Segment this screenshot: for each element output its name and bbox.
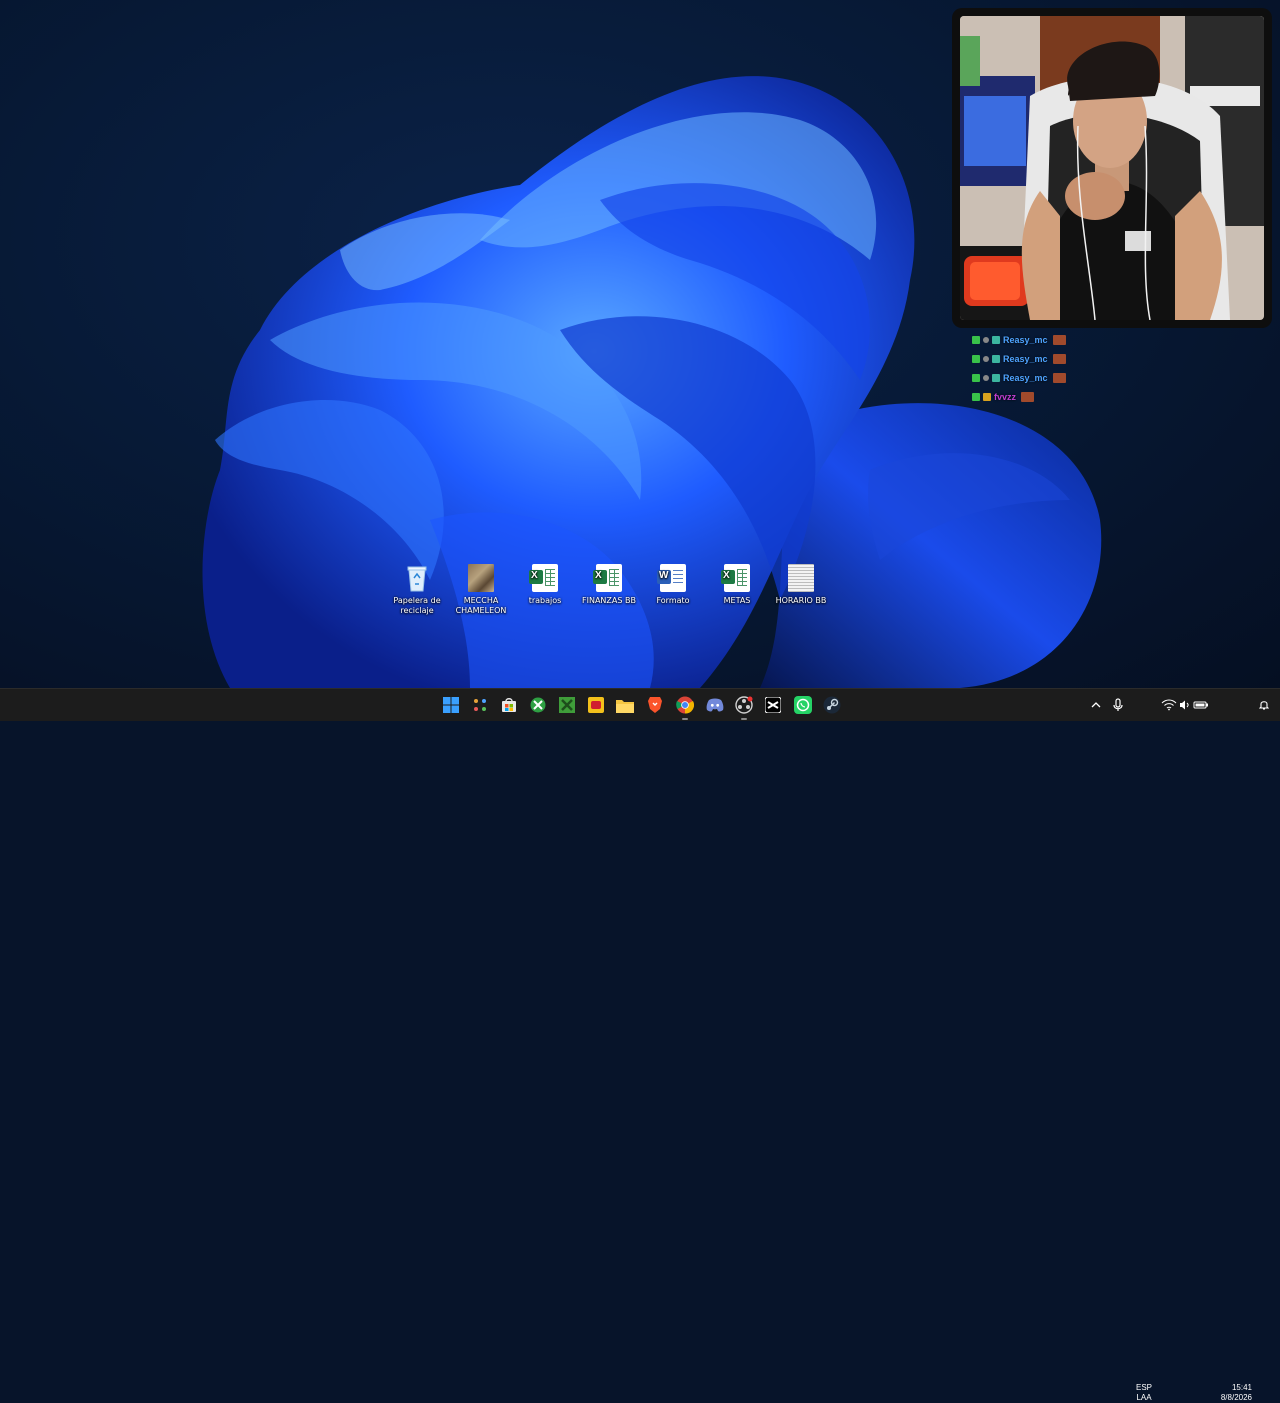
battery-icon — [1193, 701, 1208, 709]
desktop-icon-formato[interactable]: W Formato — [642, 564, 704, 606]
start-icon — [443, 697, 459, 713]
chat-message: Reasy_mc — [972, 349, 1082, 368]
desktop-icon-label: MECCHA CHAMELEON — [455, 596, 507, 615]
file-explorer-icon — [616, 699, 634, 713]
volume-icon — [1180, 700, 1189, 710]
desktop-icon-label: Papelera de reciclaje — [393, 596, 441, 615]
widgets-button[interactable] — [469, 694, 491, 716]
chat-username: fvvzz — [994, 391, 1017, 402]
show-hidden-icons-button[interactable] — [1088, 694, 1104, 716]
subscriber-badge-icon — [992, 335, 1000, 344]
excel-file-icon: X — [593, 564, 622, 592]
verified-badge-icon — [983, 336, 989, 343]
notifications-button[interactable] — [1256, 694, 1272, 716]
subscriber-badge-icon — [992, 354, 1000, 363]
desktop-icon-label: HORARIO BB — [775, 596, 827, 605]
kick-badge-icon — [972, 354, 980, 363]
emote-icon — [1052, 334, 1066, 345]
capcut-button[interactable] — [762, 694, 784, 716]
xbox-icon — [530, 697, 546, 713]
desktop-icon-horario-bb[interactable]: HORARIO BB — [770, 564, 832, 606]
kick-badge-icon — [972, 392, 980, 401]
desktop-icon-label: Formato — [656, 596, 690, 605]
capcut-icon — [765, 697, 781, 713]
clock-time: 15:41 — [1231, 1383, 1252, 1392]
clock-button[interactable]: 15:41 8/8/2026 — [1208, 1383, 1252, 1403]
obs-button[interactable] — [733, 694, 755, 720]
verified-badge-icon — [983, 374, 989, 381]
microphone-icon — [1113, 698, 1123, 711]
taskbar: ESP LAA 15:41 8/8/2026 — [0, 688, 1280, 1402]
desktop-icon-label: FINANZAS BB — [582, 596, 636, 605]
stream-chat: Reasy_mc Reasy_mc Reasy_mc fvvzz — [972, 330, 1082, 406]
emote-icon — [1021, 391, 1035, 402]
desktop-icon-finanzas-bb[interactable]: X FINANZAS BB — [578, 564, 640, 606]
game-app-button[interactable] — [585, 694, 607, 716]
game-app-icon — [588, 697, 604, 713]
obs-icon — [735, 696, 753, 714]
store-button[interactable] — [498, 694, 520, 716]
subscriber-badge-icon — [992, 373, 1000, 382]
brave-icon — [648, 697, 662, 713]
clock-date: 8/8/2026 — [1220, 1393, 1252, 1402]
widgets-icon — [474, 699, 486, 711]
discord-icon — [706, 698, 724, 712]
minecraft-button[interactable] — [556, 694, 578, 716]
chevron-up-icon — [1091, 702, 1101, 708]
keyboard-layout: LAA — [1136, 1393, 1152, 1402]
desktop-icon-recycle-bin[interactable]: Papelera de reciclaje — [386, 564, 448, 616]
store-icon — [502, 698, 516, 712]
chat-username: Reasy_mc — [1003, 353, 1048, 364]
kick-badge-icon — [972, 335, 980, 344]
brave-button[interactable] — [644, 694, 666, 716]
word-file-icon: W — [657, 564, 686, 592]
chrome-icon — [676, 696, 694, 714]
notification-bell-icon — [1259, 701, 1269, 710]
text-file-icon — [788, 564, 814, 592]
steam-button[interactable] — [821, 694, 843, 716]
quick-settings-button[interactable] — [1160, 694, 1210, 716]
webcam-overlay — [952, 8, 1272, 328]
minecraft-icon — [559, 697, 575, 713]
webcam-feed — [960, 16, 1264, 320]
file-explorer-button[interactable] — [614, 694, 636, 716]
discord-button[interactable] — [704, 694, 726, 716]
game-shortcut-icon — [468, 564, 494, 592]
microphone-button[interactable] — [1110, 694, 1126, 716]
gift-badge-icon — [983, 392, 991, 401]
desktop-icon-label: trabajos — [528, 596, 562, 605]
desktop-icon-meccha-chameleon[interactable]: MECCHA CHAMELEON — [450, 564, 512, 616]
chat-message: Reasy_mc — [972, 330, 1082, 349]
chat-username: Reasy_mc — [1003, 372, 1048, 383]
chrome-button[interactable] — [674, 694, 696, 720]
kick-badge-icon — [972, 373, 980, 382]
verified-badge-icon — [983, 355, 989, 362]
whatsapp-button[interactable] — [792, 694, 814, 716]
desktop-icon-metas[interactable]: X METAS — [706, 564, 768, 606]
emote-icon — [1052, 372, 1066, 383]
recycle-bin-icon — [404, 564, 430, 592]
chat-username: Reasy_mc — [1003, 334, 1048, 345]
start-button[interactable] — [440, 694, 462, 716]
steam-icon — [823, 696, 841, 714]
chat-message: fvvzz — [972, 387, 1082, 406]
wifi-icon — [1161, 699, 1177, 711]
excel-file-icon: X — [529, 564, 558, 592]
excel-file-icon: X — [721, 564, 750, 592]
chat-message: Reasy_mc — [972, 368, 1082, 387]
desktop-icon-label: METAS — [723, 596, 751, 605]
whatsapp-icon — [794, 696, 812, 714]
emote-icon — [1052, 353, 1066, 364]
input-language-button[interactable]: ESP LAA — [1132, 1383, 1156, 1403]
language-code: ESP — [1135, 1383, 1152, 1392]
xbox-button[interactable] — [527, 694, 549, 716]
desktop-icon-trabajos[interactable]: X trabajos — [514, 564, 576, 606]
